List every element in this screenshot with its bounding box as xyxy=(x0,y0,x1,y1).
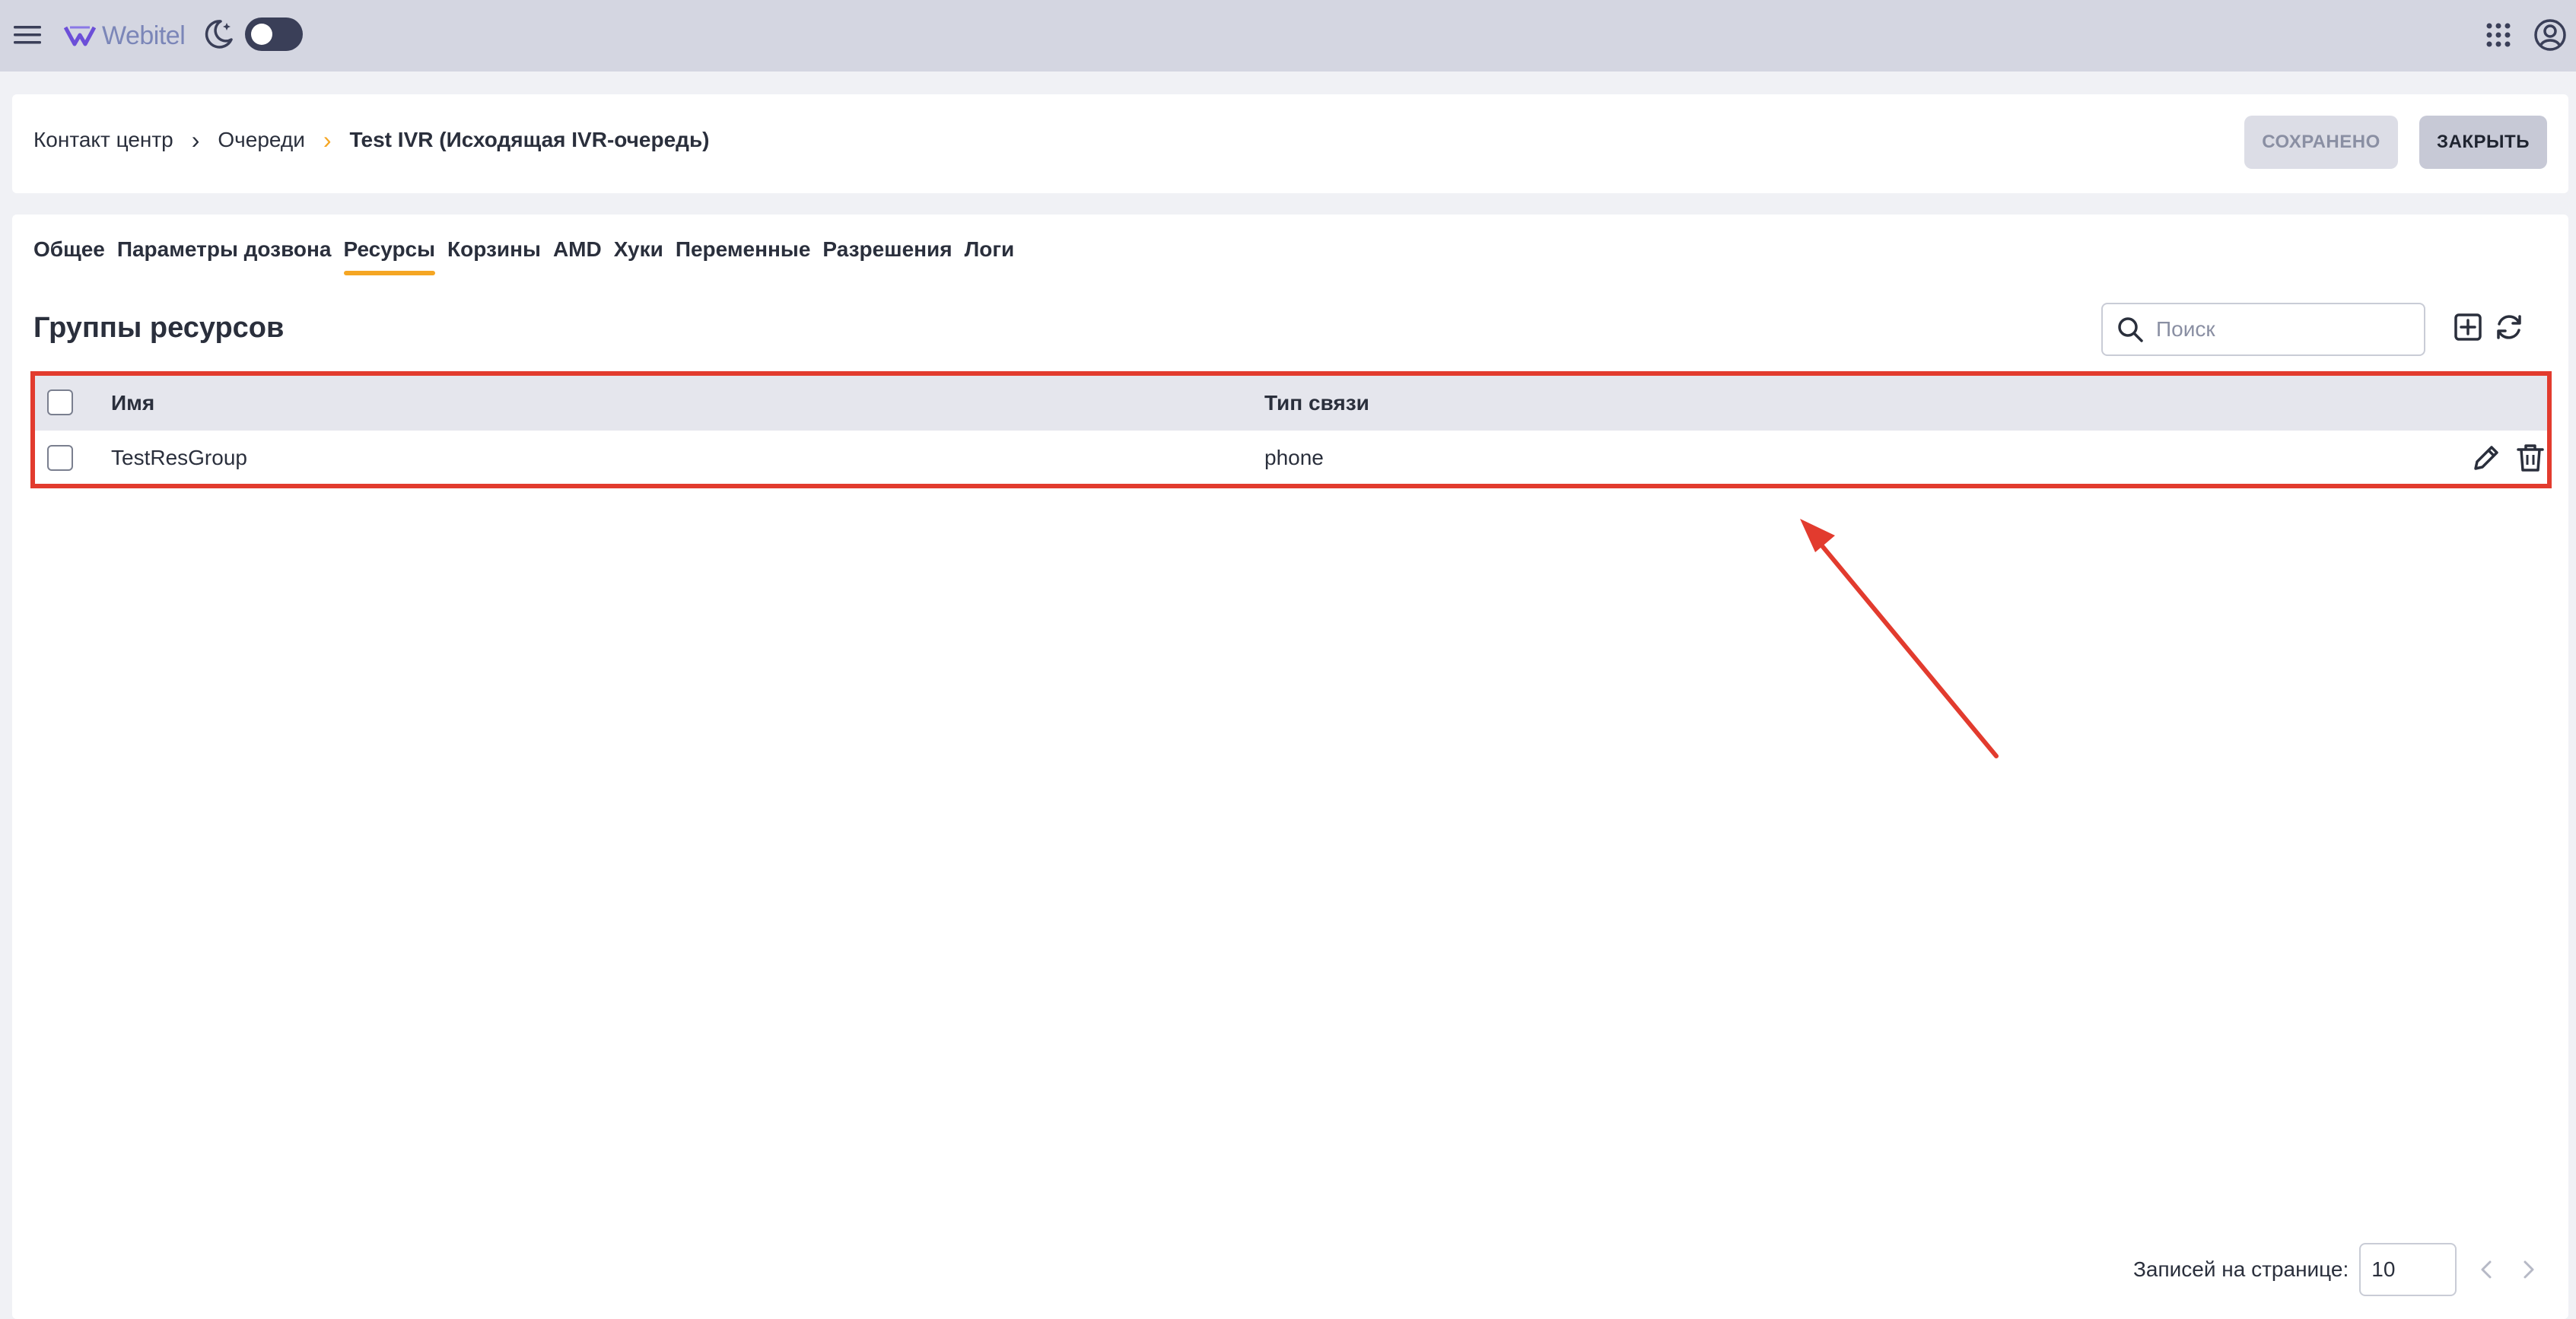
row-checkbox[interactable] xyxy=(47,445,73,471)
tab-logs[interactable]: Логи xyxy=(965,237,1015,275)
refresh-icon[interactable] xyxy=(2491,309,2527,345)
tab-amd[interactable]: AMD xyxy=(553,237,602,275)
search-input[interactable] xyxy=(2156,317,2399,342)
column-header-name[interactable]: Имя xyxy=(111,391,154,415)
search-field[interactable] xyxy=(2101,303,2425,356)
saved-button[interactable]: СОХРАНЕНО xyxy=(2244,116,2398,169)
section-title: Группы ресурсов xyxy=(33,312,285,344)
search-icon xyxy=(2118,317,2143,342)
app-name: Webitel xyxy=(102,21,186,50)
theme-toggle[interactable] xyxy=(245,17,303,51)
hamburger-menu-icon[interactable] xyxy=(12,20,43,50)
edit-icon[interactable] xyxy=(2468,440,2504,476)
tab-bar: Общее Параметры дозвона Ресурсы Корзины … xyxy=(33,237,1014,275)
add-icon[interactable] xyxy=(2450,309,2486,345)
tab-dial-params[interactable]: Параметры дозвона xyxy=(117,237,332,275)
header-bar: Контакт центр › Очереди › Test IVR (Исхо… xyxy=(12,94,2568,193)
tab-buckets[interactable]: Корзины xyxy=(447,237,541,275)
breadcrumb-current: Test IVR (Исходящая IVR-очередь) xyxy=(349,128,710,151)
main-content: Общее Параметры дозвона Ресурсы Корзины … xyxy=(12,215,2568,1319)
breadcrumb-separator: › xyxy=(191,126,200,154)
tab-variables[interactable]: Переменные xyxy=(676,237,811,275)
table-header: Имя Тип связи xyxy=(33,374,2549,431)
breadcrumb-separator: › xyxy=(323,126,332,154)
column-header-type[interactable]: Тип связи xyxy=(1264,391,1369,415)
per-page-input[interactable] xyxy=(2359,1243,2457,1296)
cell-name: TestResGroup xyxy=(111,446,247,469)
breadcrumb: Контакт центр › Очереди › Test IVR (Исхо… xyxy=(33,128,710,152)
delete-icon[interactable] xyxy=(2512,440,2549,476)
chevron-right-icon[interactable] xyxy=(2513,1254,2543,1285)
table-row[interactable]: TestResGroup phone xyxy=(33,431,2549,485)
chevron-left-icon[interactable] xyxy=(2472,1254,2502,1285)
tab-general[interactable]: Общее xyxy=(33,237,105,275)
tab-resources[interactable]: Ресурсы xyxy=(343,237,435,275)
breadcrumb-queues[interactable]: Очереди xyxy=(218,128,304,152)
pagination: Записей на странице: xyxy=(2133,1243,2543,1296)
webitel-logo-icon xyxy=(64,26,96,46)
close-button[interactable]: ЗАКРЫТЬ xyxy=(2419,116,2547,169)
top-bar: Webitel xyxy=(0,0,2576,72)
apps-grid-icon[interactable] xyxy=(2482,18,2515,52)
per-page-label: Записей на странице: xyxy=(2133,1257,2349,1281)
tab-permissions[interactable]: Разрешения xyxy=(822,237,952,275)
toggle-knob xyxy=(251,24,272,45)
select-all-checkbox[interactable] xyxy=(47,389,73,415)
cell-type: phone xyxy=(1264,446,1324,469)
resource-groups-table: Имя Тип связи TestResGroup phone xyxy=(30,371,2552,488)
moon-icon xyxy=(205,20,233,49)
app-logo[interactable]: Webitel xyxy=(64,17,186,55)
account-icon[interactable] xyxy=(2532,17,2568,53)
breadcrumb-contact-center[interactable]: Контакт центр xyxy=(33,128,173,152)
tab-hooks[interactable]: Хуки xyxy=(614,237,663,275)
